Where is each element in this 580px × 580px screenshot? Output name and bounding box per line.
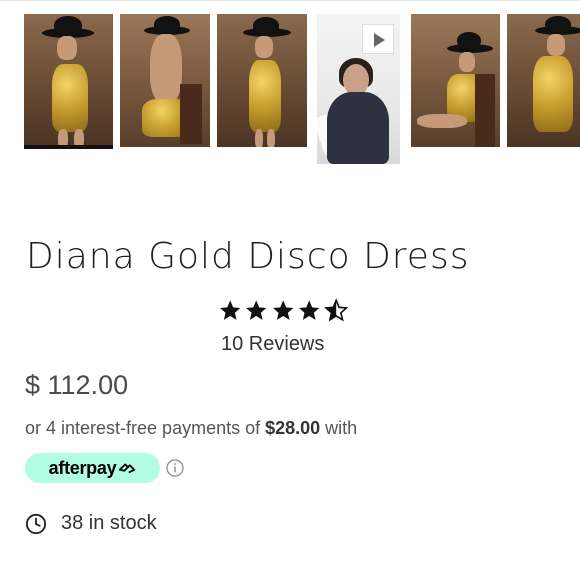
reviews-link[interactable]: 10 Reviews — [221, 333, 324, 356]
gallery-thumbnail-1[interactable] — [24, 14, 113, 149]
stock-label: 38 in stock — [61, 512, 157, 534]
afterpay-badge[interactable]: afterpay — [25, 453, 160, 483]
star-half-icon — [323, 298, 348, 322]
image-gallery — [0, 14, 580, 164]
clock-icon — [25, 513, 47, 534]
star-full-icon — [299, 300, 320, 320]
afterpay-label: afterpay — [48, 457, 117, 478]
installment-suffix: with — [320, 418, 358, 438]
installment-amount: $28.00 — [265, 418, 321, 438]
play-button[interactable] — [362, 24, 394, 54]
installment-prefix: or 4 interest-free payments of — [25, 418, 266, 438]
stock-status: 38 in stock — [25, 512, 157, 535]
gallery-thumbnail-3[interactable] — [217, 14, 307, 147]
info-icon[interactable] — [166, 459, 184, 477]
star-full-icon — [272, 300, 294, 320]
gallery-thumbnail-6[interactable] — [507, 14, 580, 147]
top-divider — [0, 0, 580, 1]
installment-info: or 4 interest-free payments of $28.00 wi… — [25, 418, 357, 439]
product-title: Diana Gold Disco Dress — [26, 236, 470, 277]
rating-stars[interactable] — [218, 298, 348, 324]
play-icon — [374, 33, 385, 47]
afterpay-logo-icon — [119, 463, 136, 474]
product-price: $ 112.00 — [25, 370, 129, 400]
star-full-icon — [246, 300, 267, 320]
gallery-thumbnail-video[interactable] — [317, 14, 400, 164]
star-full-icon — [220, 300, 241, 320]
gallery-thumbnail-2[interactable] — [120, 14, 210, 147]
gallery-thumbnail-5[interactable] — [411, 14, 500, 147]
